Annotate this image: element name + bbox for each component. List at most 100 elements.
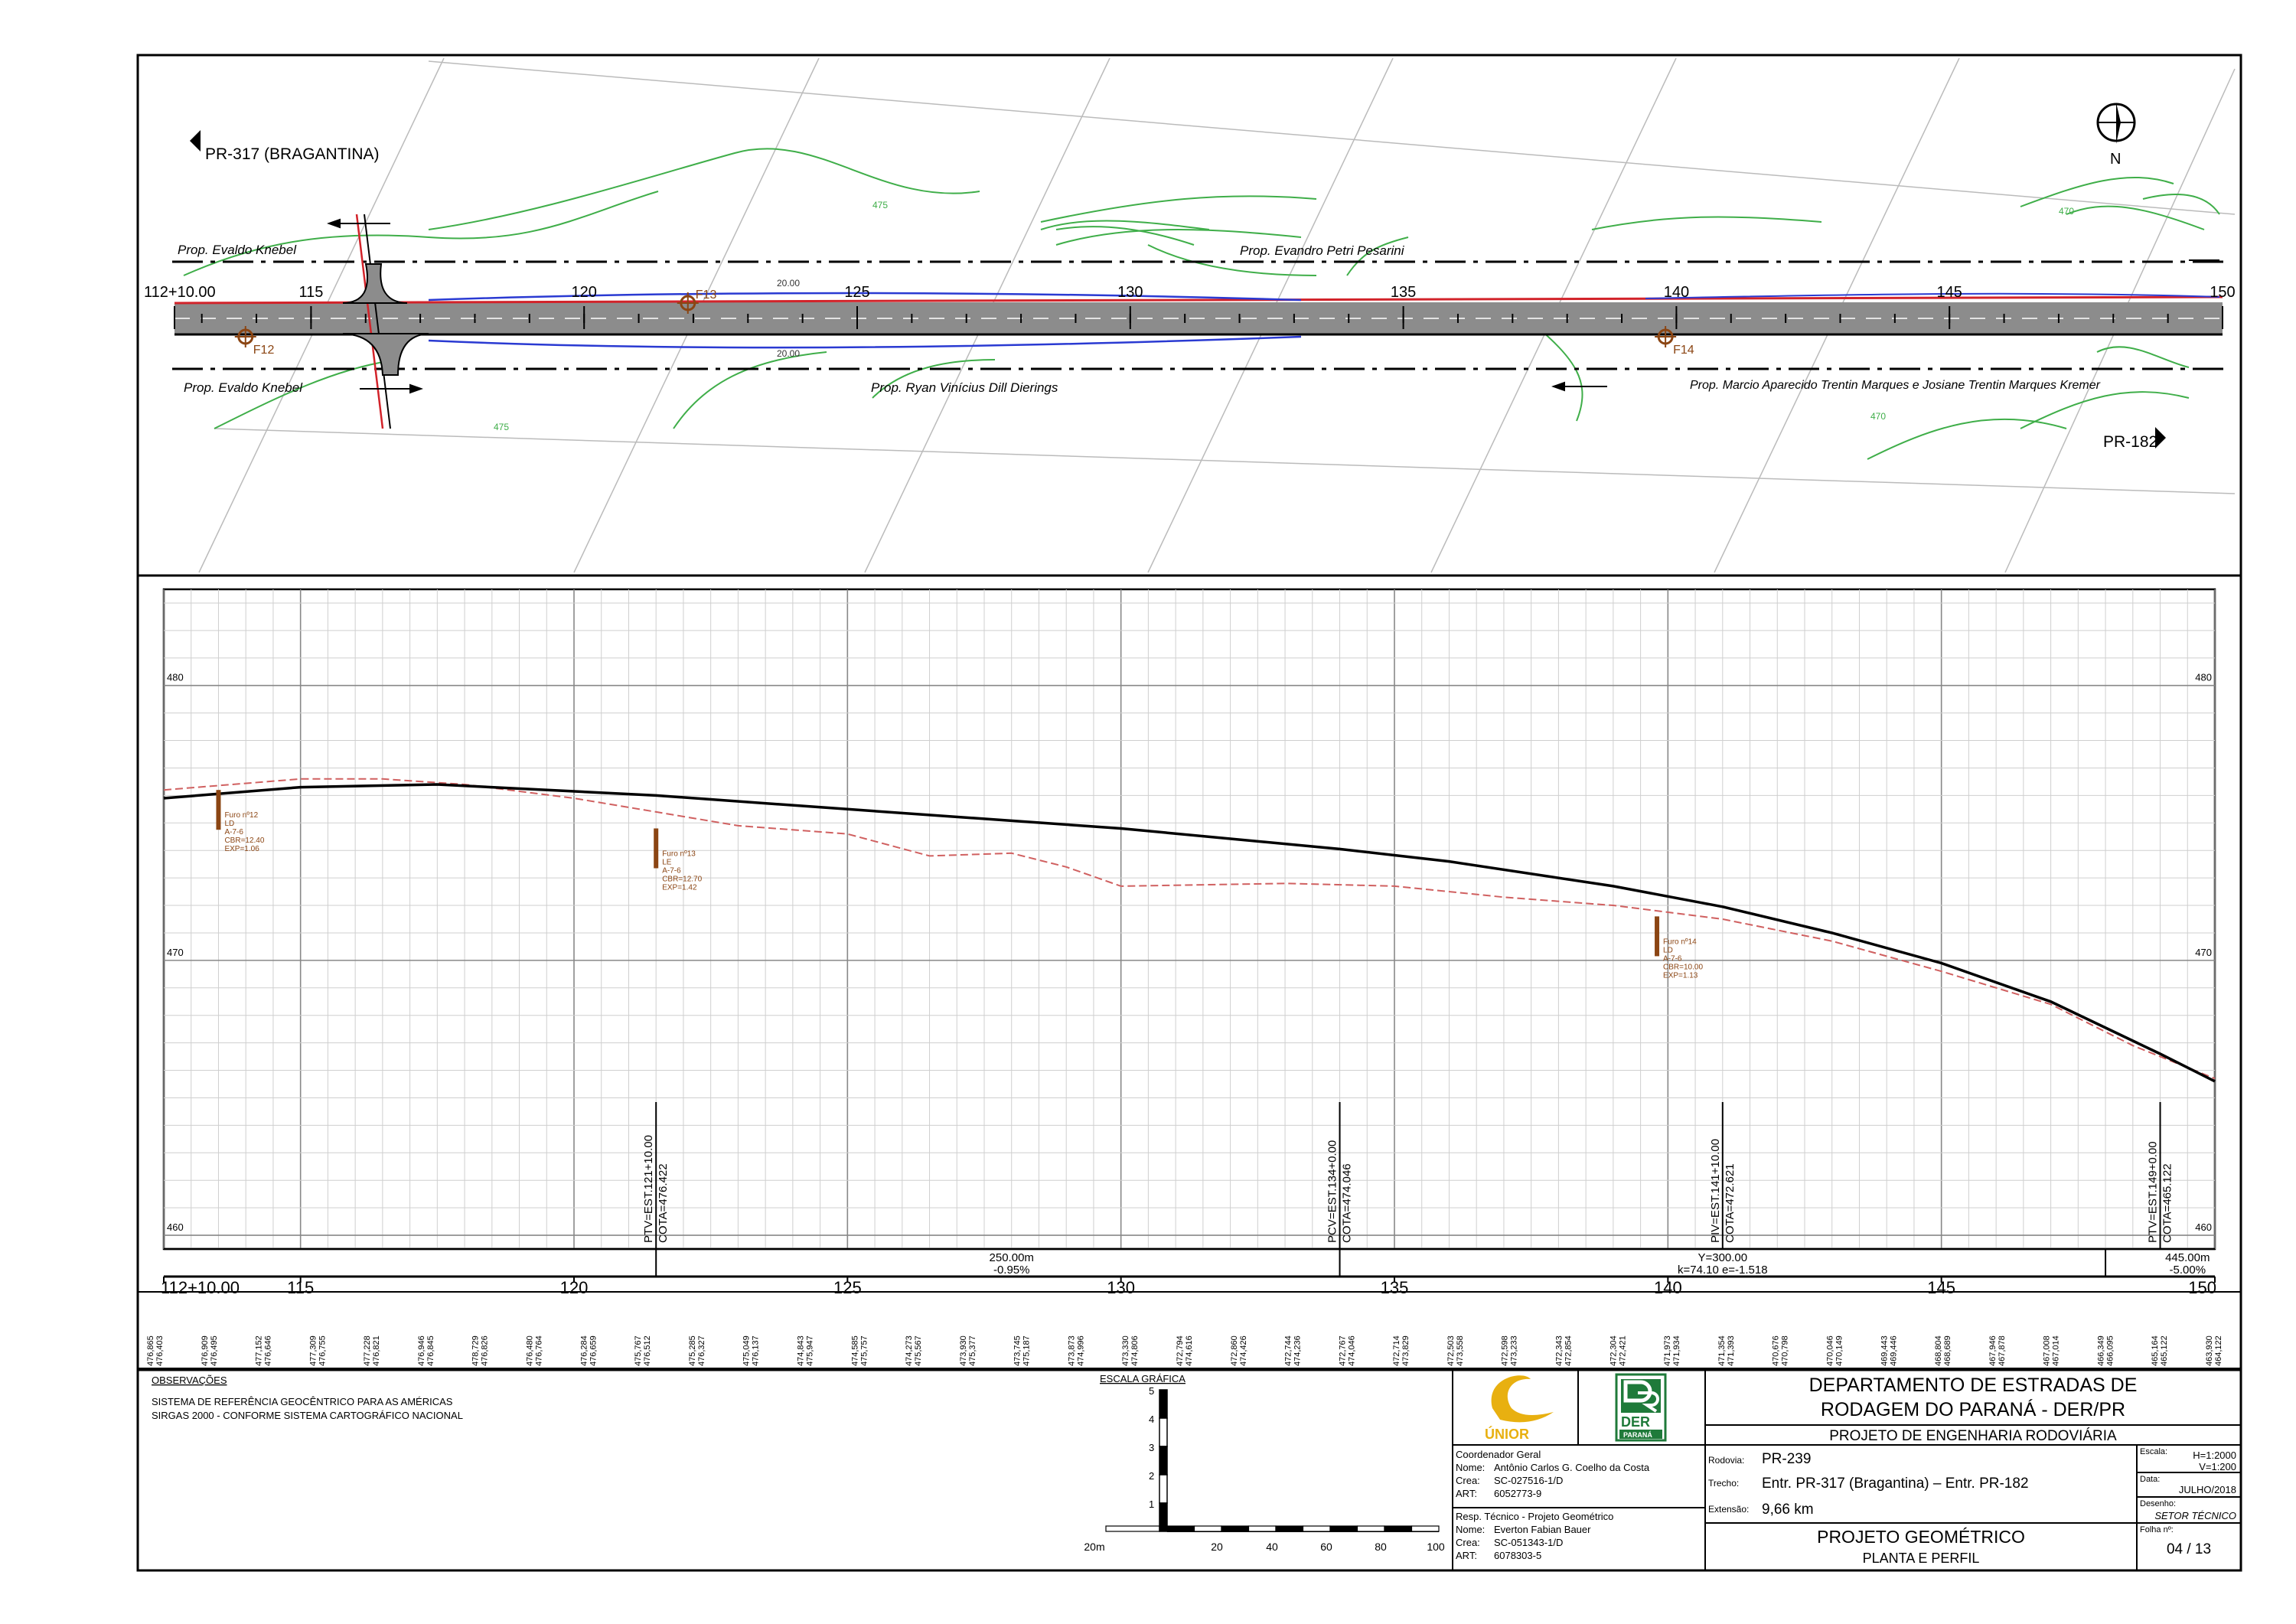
scale-vertical-segment xyxy=(1159,1389,1168,1419)
grade-elevation: 473,233 xyxy=(1510,1335,1519,1366)
grade-elevation: 476,512 xyxy=(643,1335,652,1366)
borehole-info: A-7-6 xyxy=(1663,954,1682,963)
scale-title: ESCALA GRÁFICA xyxy=(1100,1373,1186,1384)
scale-horizontal-segment xyxy=(1221,1525,1250,1532)
y-tick-label-right: 460 xyxy=(2195,1221,2212,1233)
grade-elevation: 467,878 xyxy=(1998,1335,2007,1366)
der-logo-subtext: PARANÁ xyxy=(1623,1431,1652,1439)
terrain-elevation: 474,585 xyxy=(850,1335,859,1366)
terrain-elevation: 471,973 xyxy=(1663,1335,1672,1366)
terrain-elevation: 473,873 xyxy=(1067,1335,1076,1366)
road-right-label: PR-182 xyxy=(2103,433,2157,451)
grade-elevation: 475,377 xyxy=(968,1335,977,1366)
coord-art-label: ART: xyxy=(1456,1488,1477,1499)
elevation-table: 476,865 476,403 476,909 476,495 477,152 476,6… xyxy=(146,1335,2223,1366)
terrain-elevation: 476,909 xyxy=(201,1335,210,1366)
grade-elevation: 476,826 xyxy=(481,1335,490,1366)
plan-station-label: 150 xyxy=(2210,284,2235,301)
borehole-info: CBR=10.00 xyxy=(1663,963,1703,971)
borehole-bar xyxy=(654,828,659,869)
terrain-elevation: 471,354 xyxy=(1717,1335,1727,1366)
pi-cota-label: COTA=472.621 xyxy=(1724,1163,1737,1243)
segment-label: Y=300.00 xyxy=(1698,1251,1747,1264)
scale-vertical-label: 4 xyxy=(1149,1414,1154,1425)
data-value: JULHO/2018 xyxy=(2179,1484,2236,1495)
terrain-elevation: 476,865 xyxy=(146,1335,155,1366)
grade-elevation: 474,806 xyxy=(1130,1335,1140,1366)
der-logo-icon: DER PARANÁ xyxy=(1615,1373,1667,1442)
scale-horizontal-label: 60 xyxy=(1320,1541,1332,1553)
terrain-elevation: 463,930 xyxy=(2205,1335,2214,1366)
north-arrow-icon xyxy=(2096,103,2136,144)
scale-horizontal-segment xyxy=(1356,1525,1385,1532)
notes-line: SIRGAS 2000 - CONFORME SISTEMA CARTOGRÁF… xyxy=(152,1410,463,1421)
terrain-elevation: 476,480 xyxy=(526,1335,535,1366)
scale-horizontal-label: 20m xyxy=(1084,1541,1104,1553)
contour-label: 470 xyxy=(1870,411,1886,422)
terrain-elevation: 476,946 xyxy=(417,1335,426,1366)
scale-vertical-segment xyxy=(1159,1474,1168,1504)
terrain-elevation: 473,745 xyxy=(1013,1335,1022,1366)
resp-crea-label: Crea: xyxy=(1456,1537,1480,1548)
scale-horizontal-segment xyxy=(1411,1525,1440,1532)
borehole-info: Furo nº14 xyxy=(1663,938,1697,946)
borehole-bar xyxy=(216,790,221,830)
scale-vertical-label: 2 xyxy=(1149,1470,1154,1482)
resp-nome: Everton Fabian Bauer xyxy=(1494,1524,1591,1535)
grade-elevation: 470,798 xyxy=(1781,1335,1790,1366)
x-tick-label: 112+10.00 xyxy=(161,1278,240,1297)
terrain-elevation: 475,767 xyxy=(634,1335,643,1366)
resp-crea: SC-051343-1/D xyxy=(1494,1537,1563,1548)
segment-label: k=74.10 e=-1.518 xyxy=(1678,1264,1768,1277)
escala-h: H=1:2000 xyxy=(2193,1450,2236,1461)
pi-station-label: PTV=EST.121+10.00 xyxy=(642,1135,655,1243)
grade-elevation: 476,845 xyxy=(426,1335,435,1366)
borehole-info: LD xyxy=(1663,946,1673,954)
property-label: Prop. Evaldo Knebel xyxy=(184,380,303,395)
property-label: Prop. Evandro Petri Pesarini xyxy=(1240,243,1405,258)
scale-horizontal-segment xyxy=(1329,1525,1358,1532)
terrain-elevation: 477,152 xyxy=(255,1335,264,1366)
plan-view: PR-317 (BRAGANTINA) PR-182 N Prop. Evald… xyxy=(138,57,2241,577)
scale-vertical-label: 5 xyxy=(1149,1385,1154,1397)
plan-station-label: 120 xyxy=(572,284,597,301)
scale-vertical-segment xyxy=(1159,1417,1168,1447)
grade-elevation: 473,829 xyxy=(1401,1335,1411,1366)
notes-line: SISTEMA DE REFERÊNCIA GEOCÊNTRICO PARA A… xyxy=(152,1396,453,1407)
grade-elevation: 476,403 xyxy=(155,1335,165,1366)
profile-view: 480 480470 470460 460 Furo nº12LDA-7-6CBR=1… xyxy=(137,588,2242,1369)
grade-elevation: 476,646 xyxy=(264,1335,273,1366)
plan-station-label: 145 xyxy=(1937,284,1962,301)
grade-elevation: 475,187 xyxy=(1022,1335,1032,1366)
borehole-info: EXP=1.13 xyxy=(1663,971,1698,980)
grade-elevation: 469,446 xyxy=(1889,1335,1898,1366)
grade-elevation: 476,764 xyxy=(535,1335,544,1366)
plan-station-label: 125 xyxy=(844,284,869,301)
escala-v: V=1:200 xyxy=(2199,1461,2236,1472)
terrain-elevation: 475,049 xyxy=(742,1335,752,1366)
grade-elevation: 474,426 xyxy=(1239,1335,1248,1366)
rodovia-label: Rodovia: xyxy=(1708,1455,1744,1466)
terrain-elevation: 473,930 xyxy=(959,1335,968,1366)
y-tick-label-right: 470 xyxy=(2195,947,2212,958)
grade-elevation: 471,934 xyxy=(1672,1335,1681,1366)
grade-elevation: 470,149 xyxy=(1835,1335,1844,1366)
borehole-info: Furo nº13 xyxy=(662,850,696,858)
borehole-info: EXP=1.42 xyxy=(662,883,697,892)
scale-horizontal-segment xyxy=(1275,1525,1304,1532)
coord-header: Coordenador Geral xyxy=(1456,1449,1541,1460)
grade-elevation: 476,495 xyxy=(210,1335,219,1366)
coord-crea: SC-027516-1/D xyxy=(1494,1475,1563,1486)
terrain-elevation: 474,843 xyxy=(796,1335,805,1366)
terrain-elevation: 472,860 xyxy=(1230,1335,1239,1366)
resp-nome-label: Nome: xyxy=(1456,1524,1485,1535)
drawing-title: PROJETO GEOMÉTRICO xyxy=(1817,1527,2025,1547)
terrain-elevation: 466,349 xyxy=(2096,1335,2105,1366)
data-label: Data: xyxy=(2140,1475,2160,1484)
y-tick-label-right: 480 xyxy=(2195,672,2212,683)
terrain-elevation: 470,046 xyxy=(1825,1335,1835,1366)
contour-label: 470 xyxy=(2059,206,2074,217)
segment-label: -0.95% xyxy=(993,1264,1030,1277)
extensao-label: Extensão: xyxy=(1708,1504,1749,1515)
coord-nome-label: Nome: xyxy=(1456,1462,1485,1473)
